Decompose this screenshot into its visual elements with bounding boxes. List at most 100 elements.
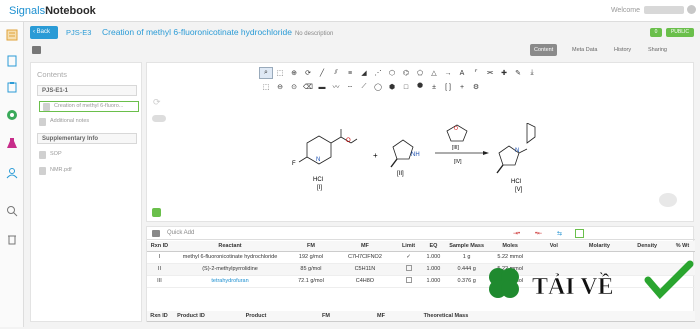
heptagon-icon[interactable]: ⬢ [385,81,399,93]
col-mf[interactable]: MF [333,241,397,252]
zoom-in-icon[interactable]: ⊕ [287,67,301,79]
tab-content[interactable]: Content [530,44,558,56]
add-reagent-icon[interactable]: •⇤ [535,230,542,237]
cell-eq[interactable]: 1.000 [420,251,446,264]
arrow-icon[interactable]: → [441,67,455,79]
col-rxn-id[interactable]: Rxn ID [147,241,172,252]
trash-icon[interactable] [5,232,19,246]
cell-fm[interactable]: 85 g/mol [288,263,334,276]
tab-meta-data[interactable]: Meta Data [568,44,601,56]
bold-bond-icon[interactable]: ▬ [315,81,329,93]
zoom-out-icon[interactable]: ⊖ [273,81,287,93]
add-row-icon[interactable]: ⇥• [513,230,520,237]
chain-icon[interactable]: ⫘ [483,67,497,79]
avatar[interactable] [687,5,696,14]
new-icon[interactable]: ✚ [497,67,511,79]
col-product[interactable]: Product [211,311,301,322]
col-product-id[interactable]: Product ID [171,311,211,322]
col-pct-wt[interactable]: % Wt [670,241,695,252]
user-group-icon[interactable] [5,166,19,180]
atom-map-icon[interactable]: ⊙ [287,81,301,93]
settings-icon[interactable]: ⚙ [469,81,483,93]
toggle-switch[interactable] [152,115,166,122]
square-icon[interactable]: □ [399,81,413,93]
material-icon[interactable] [5,108,19,122]
col-fm[interactable]: FM [288,241,334,252]
triangle-icon[interactable]: △ [427,67,441,79]
col-density[interactable]: Density [624,241,670,252]
col-prod-rxn-id[interactable]: Rxn ID [147,311,171,322]
limit-checkbox[interactable] [405,265,412,271]
notebook-icon[interactable] [5,28,19,42]
bracket-icon[interactable]: ⌜ [469,67,483,79]
cell-eq[interactable]: 1.000 [420,263,446,276]
plus-icon[interactable]: + [455,81,469,93]
lasso-tool-icon[interactable]: ⌕ [259,67,273,79]
col-reactant[interactable]: Reactant [171,241,289,252]
back-button[interactable]: ‹ Back [30,26,58,39]
search-icon[interactable] [5,204,19,218]
cell-eq[interactable]: 1.000 [420,275,446,288]
sidebar-item-nmr[interactable]: NMR.pdf [39,165,72,176]
move-icon[interactable]: ⇆ [557,230,562,237]
text-tool-icon[interactable]: A [455,67,469,79]
cell-fm[interactable]: 72.1 g/mol [288,275,334,288]
col-vol[interactable]: Vol [533,241,575,252]
save-canvas-icon[interactable] [152,208,161,217]
count-badge[interactable]: 0 [650,28,662,37]
limit-checkbox[interactable] [405,277,412,283]
col-molarity[interactable]: Molarity [574,241,625,252]
quick-add-input[interactable]: Quick Add [167,229,467,238]
reaction-canvas[interactable]: ⌕ ⬚ ⊕ ⟳ ╱ ⫽ ≡ ◢ ⋰ ⬡ ⌬ ⬠ △ → A ⌜ ⫘ ✚ ✎ ⤓ … [146,62,694,222]
cell-reactant[interactable]: tetrahydrofuran [171,275,289,288]
cell-fm[interactable]: 192 g/mol [288,251,334,264]
cell-limit-check[interactable]: ✓ [396,251,421,264]
cell-reactant[interactable]: methyl 6-fluoronicotinate hydrochloride [171,251,289,264]
col-prod-fm[interactable]: FM [301,311,351,322]
bracket2-icon[interactable]: [ ] [441,81,455,93]
public-badge[interactable]: PUBLIC [666,28,694,37]
document-icon[interactable] [5,54,19,68]
hexagon-icon[interactable]: ⬡ [385,67,399,79]
ring-icon[interactable]: ◯ [371,81,385,93]
col-sample-mass[interactable]: Sample Mass [445,241,488,252]
chemdraw-cloud-icon[interactable] [659,193,677,207]
sidebar-section-supplementary[interactable]: Supplementary Info [37,133,137,144]
charge-icon[interactable]: ± [427,81,441,93]
octagon-icon[interactable]: ⯃ [413,81,427,93]
page-title[interactable]: Creation of methyl 6-fluoronicotinate hy… [102,27,333,37]
grid-icon[interactable] [152,230,160,237]
tab-history[interactable]: History [610,44,635,56]
col-theoretical-mass[interactable]: Theoretical Mass [411,311,481,322]
col-prod-mf[interactable]: MF [351,311,411,322]
col-moles[interactable]: Moles [487,241,534,252]
sidebar-item-sop[interactable]: SOP [39,149,62,160]
refresh-icon[interactable]: ⟳ [153,97,161,108]
sidebar-section-experiment[interactable]: PJS-E1-1 [37,85,137,96]
eraser-icon[interactable]: ⌫ [301,81,315,93]
pentagon-icon[interactable]: ⬠ [413,67,427,79]
keyboard-icon[interactable] [32,46,41,54]
breadcrumb-id[interactable]: PJS-E3 [66,28,91,37]
sidebar-item-reaction[interactable]: Creation of methyl 6-fluoro... [39,101,139,112]
username-blurred[interactable] [644,6,684,14]
cell-limit-check[interactable] [396,263,421,276]
col-limit[interactable]: Limit [396,241,421,252]
hash-bond-icon[interactable]: ⋰ [371,67,385,79]
cell-reactant[interactable]: (S)-2-methylpyrrolidine [171,263,289,276]
cell-limit-check[interactable] [396,275,421,288]
select-tool-icon[interactable]: ⬚ [273,67,287,79]
wavy-bond-icon[interactable]: 〰 [329,81,343,93]
app-logo[interactable]: SignalsNotebook [6,4,96,18]
double-bond-icon[interactable]: ⫽ [329,67,343,79]
triple-bond-icon[interactable]: ≡ [343,67,357,79]
clipboard-icon[interactable] [5,80,19,94]
sidebar-item-notes[interactable]: Additional notes [39,116,89,127]
rotate-icon[interactable]: ⟳ [301,67,315,79]
col-eq[interactable]: EQ [420,241,446,252]
import-icon[interactable]: ⤓ [525,67,539,79]
single-bond-icon[interactable]: ╱ [315,67,329,79]
flask-icon[interactable] [5,136,19,150]
bond-types-icon[interactable]: ⟋ [357,81,371,93]
wedge-bond-icon[interactable]: ◢ [357,67,371,79]
